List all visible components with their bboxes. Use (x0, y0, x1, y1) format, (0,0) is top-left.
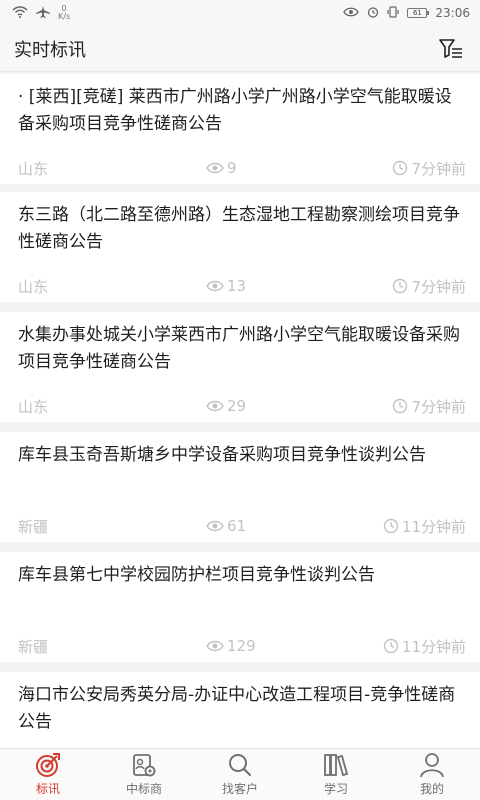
clock-icon (383, 518, 399, 534)
contract-icon (131, 752, 157, 778)
item-time-text: 7分钟前 (411, 159, 466, 178)
list-item[interactable]: · [莱西][竞磋] 莱西市广州路小学广州路小学空气能取暖设备采购项目竞争性磋商… (0, 74, 480, 184)
item-region: 新疆 (18, 517, 49, 536)
list-item[interactable]: 东三路（北二路至德州路）生态湿地工程勘察测绘项目竞争性磋商公告 山东 13 7分… (0, 192, 480, 302)
item-views-count: 61 (227, 517, 247, 535)
item-time: 7分钟前 (392, 276, 466, 297)
clock-icon (393, 160, 408, 176)
network-speed: 0 K/s (58, 5, 70, 21)
item-title: 海口市公安局秀英分局-办证中心改造工程项目-竞争性磋商公告 (18, 685, 456, 732)
nav-label: 找客户 (221, 782, 258, 796)
item-views: 29 (206, 397, 246, 415)
app-header: 实时标讯 (0, 26, 480, 72)
search-icon (227, 752, 253, 778)
item-region: 山东 (18, 159, 49, 178)
item-time-text: 7分钟前 (411, 397, 466, 416)
alarm-icon (367, 6, 379, 21)
status-bar: 0 K/s 61 23:06 (0, 0, 480, 26)
nav-label: 标讯 (35, 782, 60, 796)
item-time-text: 7分钟前 (411, 277, 466, 296)
item-title: 水集办事处城关小学莱西市广州路小学空气能取暖设备采购项目竞争性磋商公告 (18, 325, 460, 372)
eye-icon (343, 6, 360, 20)
eye-icon (206, 520, 224, 532)
eye-icon (206, 640, 224, 652)
item-region: 山东 (18, 277, 49, 296)
item-meta: 新疆 129 11分钟前 (18, 636, 466, 656)
item-meta: 山东 29 7分钟前 (18, 396, 466, 416)
speed-unit: K/s (58, 12, 71, 21)
item-views-count: 129 (227, 637, 256, 655)
wifi-icon (12, 5, 28, 21)
item-views-count: 29 (227, 397, 247, 415)
page-title: 实时标讯 (14, 39, 86, 61)
item-time: 7分钟前 (392, 396, 466, 417)
status-right: 61 23:06 (343, 5, 470, 21)
eye-icon (206, 400, 224, 412)
item-region: 新疆 (18, 637, 49, 656)
nav-label: 中标商 (125, 782, 162, 796)
notice-list[interactable]: · [莱西][竞磋] 莱西市广州路小学广州路小学空气能取暖设备采购项目竞争性磋商… (0, 72, 480, 748)
battery-level: 61 (412, 9, 422, 17)
item-views-count: 13 (227, 277, 247, 295)
item-time-text: 11分钟前 (401, 637, 466, 656)
books-icon (323, 752, 349, 778)
item-title: · [莱西][竞磋] 莱西市广州路小学广州路小学空气能取暖设备采购项目竞争性磋商… (18, 87, 452, 134)
item-meta: 山东 13 7分钟前 (18, 276, 466, 296)
eye-icon (206, 162, 224, 174)
item-views: 9 (206, 159, 237, 177)
item-time: 11分钟前 (383, 636, 466, 657)
item-time-text: 11分钟前 (401, 517, 466, 536)
filter-button[interactable] (438, 36, 464, 62)
list-item[interactable]: 库车县玉奇吾斯塘乡中学设备采购项目竞争性谈判公告 新疆 61 11分钟前 (0, 432, 480, 542)
vibrate-icon (387, 5, 400, 21)
item-title: 东三路（北二路至德州路）生态湿地工程勘察测绘项目竞争性磋商公告 (18, 205, 460, 252)
target-icon (35, 752, 61, 778)
item-views: 129 (206, 637, 256, 655)
status-time: 23:06 (435, 6, 470, 20)
nav-label: 我的 (419, 782, 444, 796)
list-item[interactable]: 海口市公安局秀英分局-办证中心改造工程项目-竞争性磋商公告 (0, 672, 480, 748)
filter-list-icon (439, 38, 462, 58)
nav-label: 学习 (323, 782, 348, 796)
item-title: 库车县玉奇吾斯塘乡中学设备采购项目竞争性谈判公告 (18, 445, 426, 465)
item-title: 库车县第七中学校园防护栏项目竞争性谈判公告 (18, 565, 375, 585)
nav-tab-bids[interactable]: 标讯 (0, 749, 96, 800)
item-time: 7分钟前 (392, 158, 466, 179)
nav-tab-profile[interactable]: 我的 (384, 749, 480, 800)
user-icon (419, 752, 445, 778)
item-meta: 新疆 61 11分钟前 (18, 516, 466, 536)
nav-tab-winners[interactable]: 中标商 (96, 749, 192, 800)
item-views-count: 9 (227, 159, 237, 177)
clock-icon (383, 638, 399, 654)
clock-icon (393, 278, 408, 294)
airplane-icon (36, 5, 50, 21)
item-region: 山东 (18, 397, 49, 416)
battery-icon: 61 (407, 8, 430, 18)
list-item[interactable]: 库车县第七中学校园防护栏项目竞争性谈判公告 新疆 129 11分钟前 (0, 552, 480, 662)
eye-icon (206, 280, 224, 292)
item-time: 11分钟前 (383, 516, 466, 537)
nav-tab-learn[interactable]: 学习 (288, 749, 384, 800)
status-left: 0 K/s (12, 5, 70, 21)
list-item[interactable]: 水集办事处城关小学莱西市广州路小学空气能取暖设备采购项目竞争性磋商公告 山东 2… (0, 312, 480, 422)
item-meta: 山东 9 7分钟前 (18, 158, 466, 178)
item-views: 61 (206, 517, 246, 535)
nav-tab-find-clients[interactable]: 找客户 (192, 749, 288, 800)
clock-icon (393, 398, 408, 414)
bottom-nav: 标讯 中标商 找客户 学习 我的 (0, 748, 480, 800)
item-views: 13 (206, 277, 246, 295)
